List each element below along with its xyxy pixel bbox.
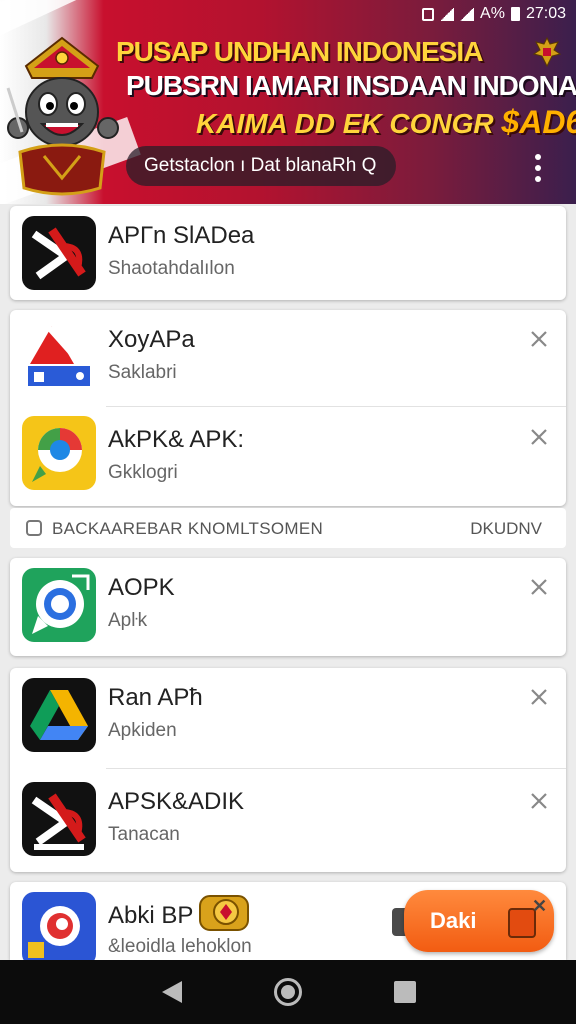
divider <box>106 768 566 769</box>
search-bar[interactable]: Getstaclon ı Dat blanaRh Q <box>126 146 396 186</box>
app-subtitle: Shaotahdalılon <box>108 258 235 279</box>
app-subtitle: Tanacan <box>108 824 180 845</box>
list-item[interactable]: AOPK Apŀk <box>10 558 566 658</box>
close-icon[interactable] <box>528 576 550 598</box>
app-card: APГn SlADea Shaotahdalılon <box>10 206 566 300</box>
cta-label: Daki <box>430 908 477 933</box>
divider <box>106 406 566 407</box>
signal-icon <box>460 7 475 21</box>
list-item[interactable]: AkPK& APK: Gkklogri <box>10 410 566 510</box>
list-item[interactable]: Ran APħ Apkiden <box>10 668 566 768</box>
signal-icon <box>440 7 455 21</box>
lock-icon <box>26 520 42 536</box>
list-item[interactable]: APSK&ADIK Tanacan <box>10 772 566 872</box>
app-icon <box>22 216 96 290</box>
app-name: APГn SlADea <box>108 222 255 249</box>
more-options-icon[interactable] <box>530 154 546 182</box>
mascot-illustration <box>6 36 119 196</box>
app-subtitle: Apŀk <box>108 610 148 631</box>
app-name: AOPK <box>108 574 175 601</box>
app-icon <box>22 416 96 490</box>
app-subtitle: &leoidla lehoklon <box>108 936 252 957</box>
garuda-emblem-icon <box>532 36 562 68</box>
section-action-link[interactable]: DKUDNV <box>470 519 542 539</box>
system-navigation-bar <box>0 960 576 1024</box>
list-item[interactable]: APГn SlADea Shaotahdalılon <box>10 206 566 306</box>
app-icon <box>22 892 96 966</box>
status-bar: A% 27:03 <box>422 3 566 25</box>
app-name: APSK&ADIK <box>108 788 245 815</box>
close-icon[interactable] <box>528 686 550 708</box>
close-icon[interactable]: ✕ <box>532 896 547 917</box>
close-icon[interactable] <box>528 426 550 448</box>
app-icon <box>22 568 96 642</box>
app-subtitle: Apkiden <box>108 720 177 741</box>
app-card: AOPK Apŀk <box>10 558 566 656</box>
gold-badge-icon <box>199 895 249 931</box>
app-name: Abki BP <box>108 902 194 929</box>
shield-icon <box>422 7 435 21</box>
app-subtitle: Gkklogri <box>108 462 178 483</box>
section-title: BACKAAREBAR KNOMLTSOMEN <box>52 519 324 538</box>
app-icon <box>22 782 96 856</box>
section-header: BACKAAREBAR KNOMLTSOMEN DKUDNV <box>10 508 566 548</box>
banner-tagline: KAIMA DD EK CONGR $AD6!! <box>196 104 576 141</box>
close-icon[interactable] <box>528 790 550 812</box>
app-name: AkPK& APK: <box>108 426 245 453</box>
app-icon <box>22 320 96 394</box>
banner-title: PUSAP UNDHAN INDONESIA <box>116 36 483 67</box>
recents-icon[interactable] <box>394 981 416 1003</box>
cta-button[interactable]: Daki ✕ <box>404 890 554 952</box>
app-name: Ran APħ <box>108 684 203 711</box>
banner-tagline-text: KAIMA DD EK CONGR <box>196 108 502 139</box>
app-card: Ran APħ Apkiden APSK&ADIK Tanacan <box>10 668 566 872</box>
banner-tagline-accent: $AD6!! <box>501 104 576 140</box>
app-icon <box>22 678 96 752</box>
list-item[interactable]: XoyAPa Saklabri <box>10 310 566 410</box>
banner-subtitle: PUBSRN IAMARI INSDAAN INDONAN <box>126 70 576 101</box>
home-icon[interactable] <box>274 978 302 1006</box>
back-icon[interactable] <box>160 979 184 1005</box>
battery-percent: A% <box>480 5 505 22</box>
app-name: XoyAPa <box>108 326 195 353</box>
battery-icon <box>510 7 520 21</box>
clock: 27:03 <box>525 5 566 22</box>
app-subtitle: Saklabri <box>108 362 177 383</box>
app-card: XoyAPa Saklabri AkPK& APK: Gkklogri <box>10 310 566 506</box>
promo-banner[interactable]: A% 27:03 PUSAP UNDHAN INDONESIA PUBSRN I… <box>0 0 576 204</box>
close-icon[interactable] <box>528 328 550 350</box>
